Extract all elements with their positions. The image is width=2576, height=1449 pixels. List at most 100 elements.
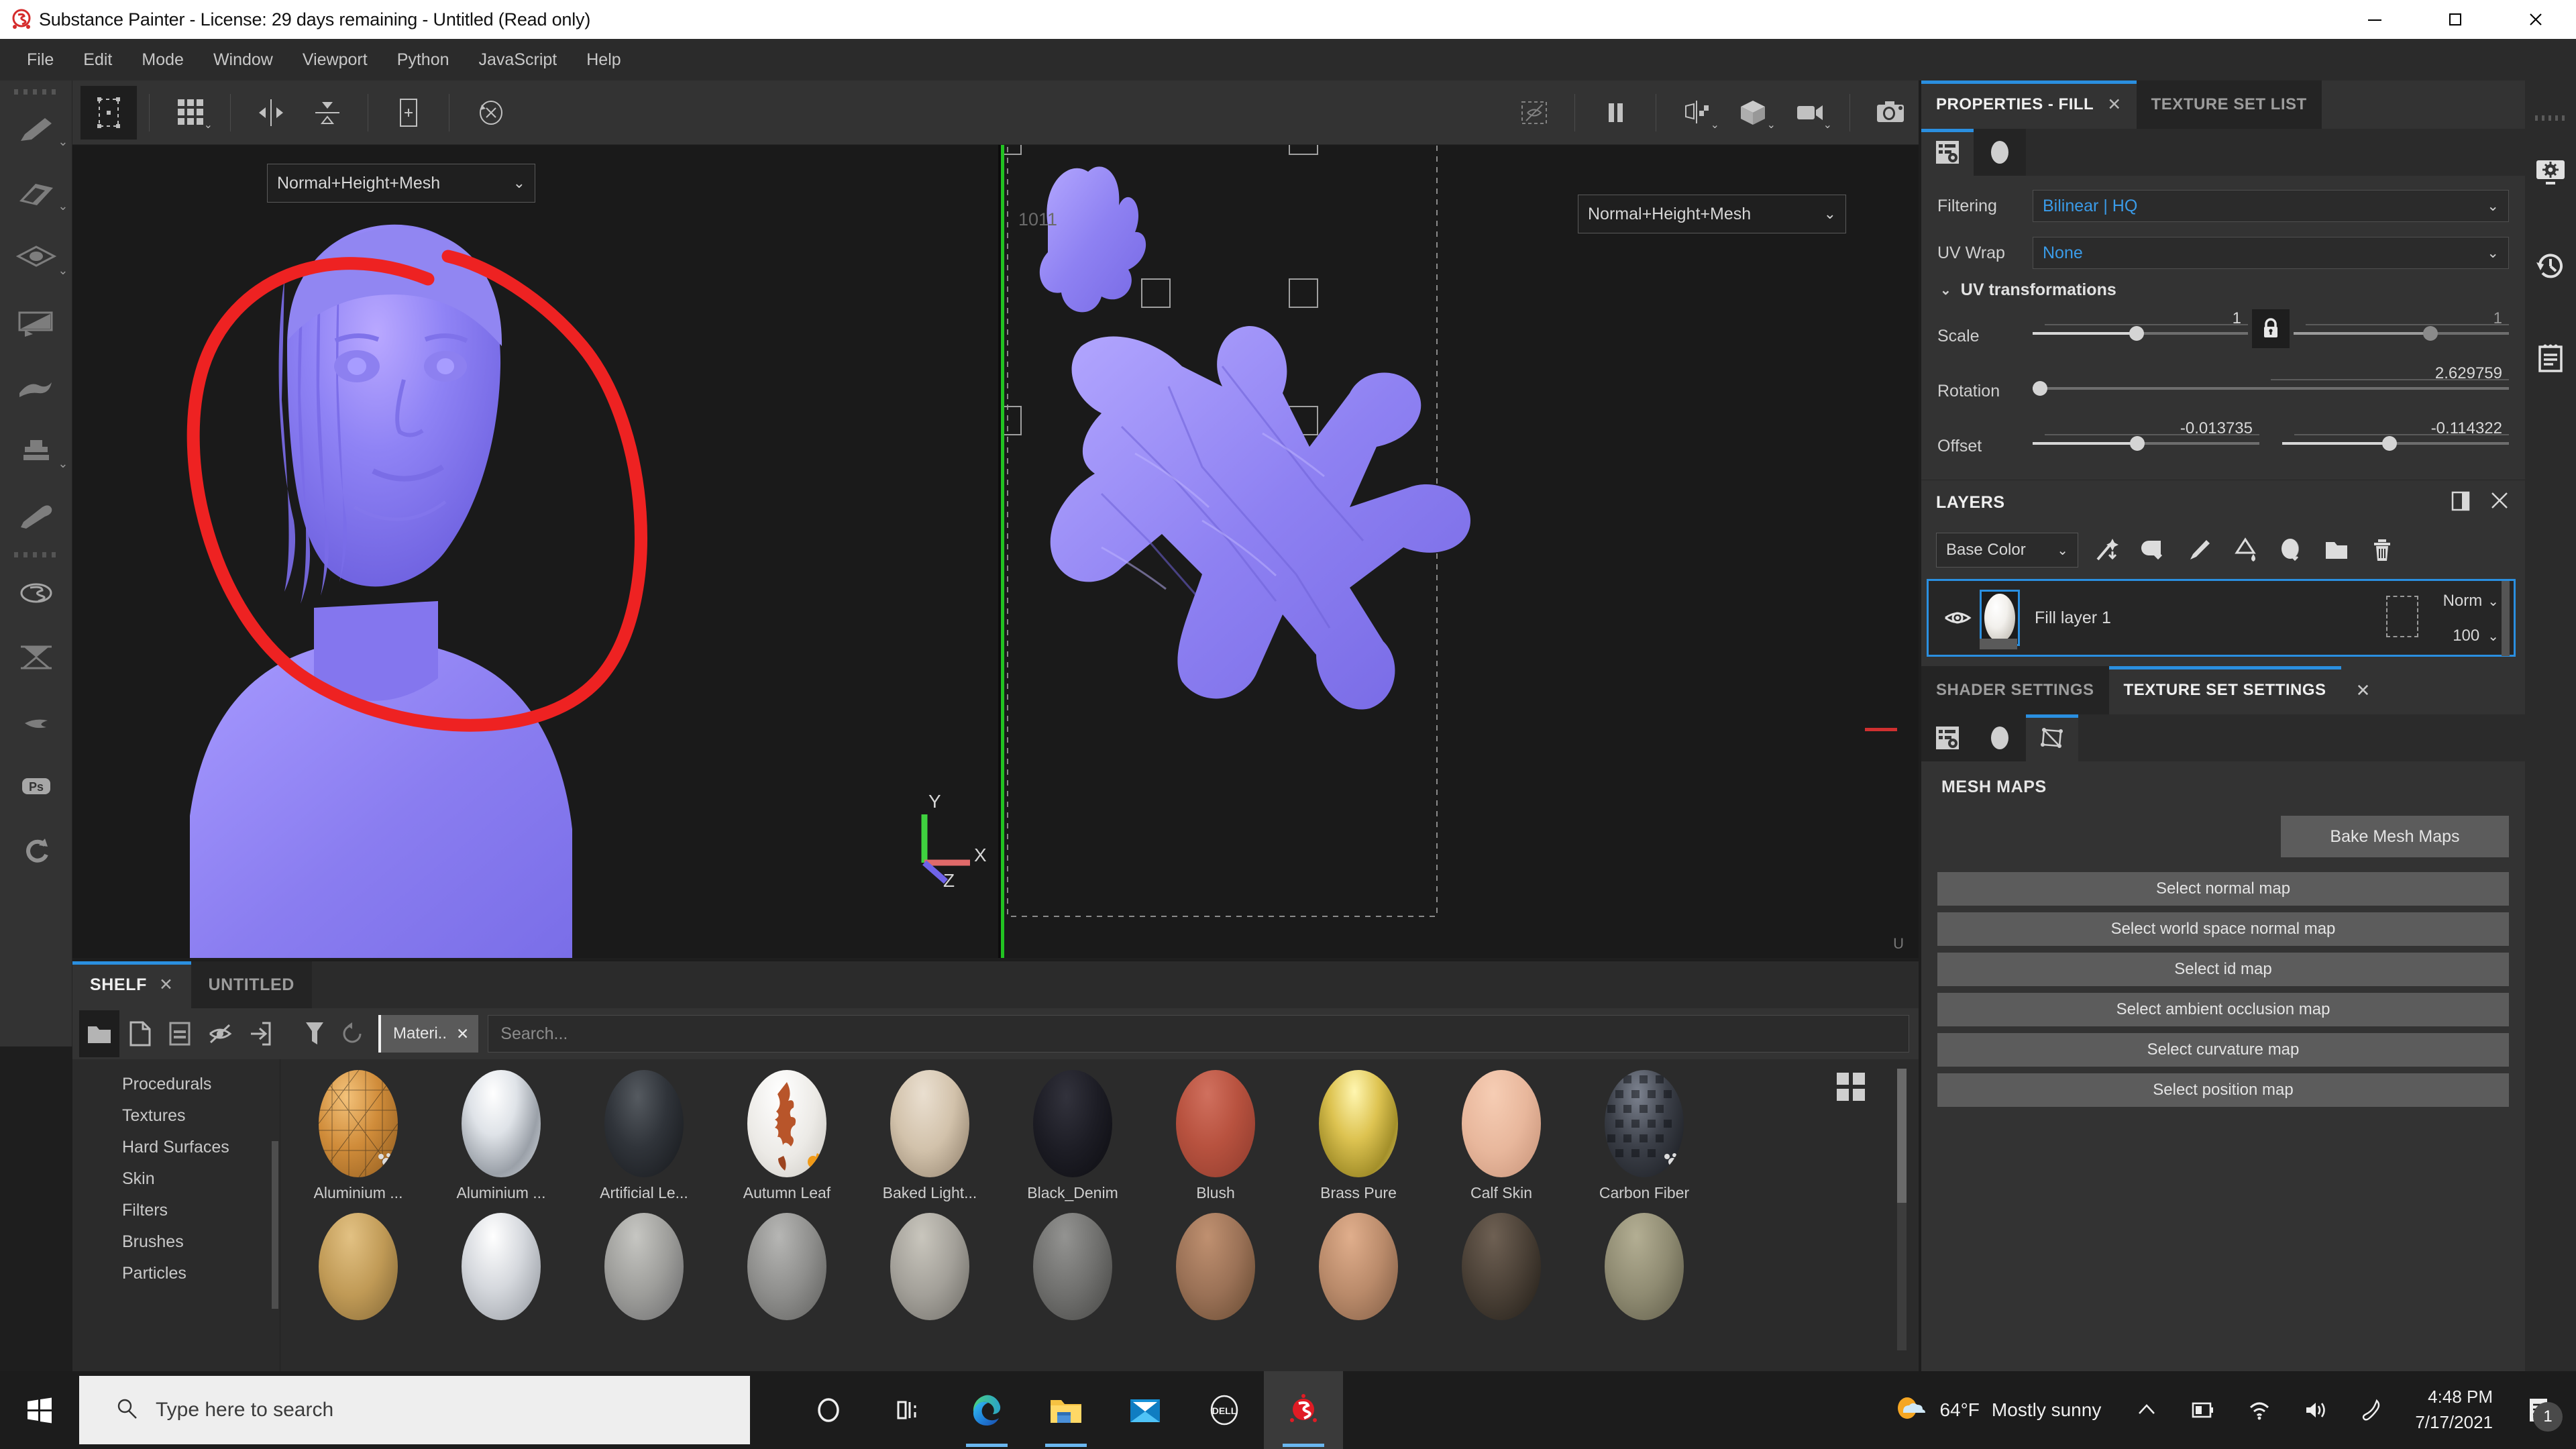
action-center-icon[interactable]: 1 xyxy=(2508,1371,2569,1449)
select-id-map-button[interactable]: Select id map xyxy=(1937,953,2509,986)
minimize-button[interactable] xyxy=(2334,0,2415,39)
layer-opacity[interactable]: 100 ⌄ xyxy=(2453,627,2499,645)
close-panel-icon[interactable] xyxy=(2490,491,2509,515)
add-fill-layer-icon[interactable] xyxy=(2139,535,2169,566)
material-item[interactable] xyxy=(1302,1213,1415,1320)
layer-name[interactable]: Fill layer 1 xyxy=(2035,608,2111,628)
uv-wrap-select[interactable]: None ⌄ xyxy=(2033,237,2509,269)
display-settings-icon[interactable] xyxy=(2532,154,2569,192)
menu-javascript[interactable]: JavaScript xyxy=(464,39,572,80)
select-curvature-map-button[interactable]: Select curvature map xyxy=(1937,1033,2509,1067)
material-item[interactable]: Blush xyxy=(1159,1070,1272,1202)
menu-help[interactable]: Help xyxy=(572,39,635,80)
menu-window[interactable]: Window xyxy=(199,39,288,80)
close-icon[interactable]: ✕ xyxy=(456,1025,469,1043)
layer-visibility-toggle[interactable] xyxy=(1939,608,1976,628)
notepad-icon[interactable] xyxy=(2532,339,2569,377)
material-item[interactable] xyxy=(731,1213,843,1320)
history-icon[interactable] xyxy=(2532,247,2569,284)
category-scrollbar[interactable] xyxy=(272,1141,278,1309)
viewport-uv[interactable]: 1011 U xyxy=(1001,145,1919,958)
tab-untitled[interactable]: UNTITLED xyxy=(191,961,312,1008)
material-item[interactable]: Calf Skin xyxy=(1445,1070,1558,1202)
task-view-icon[interactable] xyxy=(868,1371,947,1449)
close-button[interactable] xyxy=(2496,0,2576,39)
plane-center-tool-button[interactable] xyxy=(380,86,437,140)
material-properties-icon[interactable] xyxy=(1921,129,1974,176)
color-picker-tool[interactable] xyxy=(0,484,72,549)
material-item[interactable] xyxy=(1445,1213,1558,1320)
maximize-button[interactable] xyxy=(2415,0,2496,39)
substance-share-tool[interactable] xyxy=(0,690,72,754)
clone-stamp-tool[interactable]: ⌄ xyxy=(0,420,72,484)
windows-start-icon[interactable] xyxy=(0,1371,79,1449)
rotation-slider[interactable]: 2.629759 xyxy=(2033,364,2509,413)
offset-v-slider[interactable]: -0.114322 xyxy=(2282,419,2509,468)
show-hidden-icons-chevron[interactable] xyxy=(2118,1371,2175,1449)
add-paint-layer-icon[interactable] xyxy=(2184,535,2215,566)
projection-tool[interactable]: ⌄ xyxy=(0,227,72,291)
material-item[interactable] xyxy=(302,1213,415,1320)
viewport-3d-channel-select[interactable]: Normal+Height+Mesh ⌄ xyxy=(267,164,535,203)
split-view-button[interactable]: ⌄ xyxy=(1668,86,1725,140)
shelf-search-input[interactable]: Search... xyxy=(488,1015,1909,1053)
battery-icon[interactable] xyxy=(2175,1371,2231,1449)
menu-viewport[interactable]: Viewport xyxy=(288,39,382,80)
shelf-category-skin[interactable]: Skin xyxy=(72,1163,280,1195)
mask-properties-icon[interactable] xyxy=(1974,129,2026,176)
layers-scrollbar[interactable] xyxy=(2502,581,2510,656)
menu-file[interactable]: File xyxy=(12,39,68,80)
pause-engine-button[interactable] xyxy=(1587,86,1644,140)
material-item[interactable] xyxy=(445,1213,557,1320)
shelf-category-filters[interactable]: Filters xyxy=(72,1195,280,1226)
close-icon[interactable]: ✕ xyxy=(2356,680,2371,701)
shelf-category-particles[interactable]: Particles xyxy=(72,1258,280,1289)
hide-resource-icon[interactable] xyxy=(200,1010,240,1057)
material-item[interactable] xyxy=(1159,1213,1272,1320)
pen-icon[interactable] xyxy=(2344,1371,2400,1449)
eraser-tool[interactable]: ⌄ xyxy=(0,162,72,227)
layer-row[interactable]: Fill layer 1 Norm ⌄ 100 ⌄ xyxy=(1927,579,2516,657)
layer-mask-placeholder[interactable] xyxy=(2386,596,2418,637)
add-effect-icon[interactable] xyxy=(2093,535,2124,566)
shader-settings-icon[interactable] xyxy=(1921,714,1974,761)
scale-v-slider[interactable]: 1 xyxy=(2294,309,2509,358)
shelf-category-brushes[interactable]: Brushes xyxy=(72,1226,280,1258)
menu-mode[interactable]: Mode xyxy=(127,39,199,80)
reset-rotation-tool-button[interactable] xyxy=(462,86,518,140)
texture-settings-icon[interactable] xyxy=(1974,714,2026,761)
filter-icon[interactable] xyxy=(297,1020,333,1047)
mail-icon[interactable] xyxy=(1106,1371,1185,1449)
substance-source-tool[interactable] xyxy=(0,561,72,625)
layer-thumbnail[interactable] xyxy=(1980,590,2020,646)
file-explorer-icon[interactable] xyxy=(1026,1371,1106,1449)
delete-layer-icon[interactable] xyxy=(2367,535,2398,566)
material-item[interactable]: Carbon Fiber xyxy=(1588,1070,1701,1202)
material-item[interactable] xyxy=(1588,1213,1701,1320)
reset-filter-icon[interactable] xyxy=(333,1022,372,1046)
material-item[interactable]: Aluminium ... xyxy=(445,1070,557,1202)
import-resource-icon[interactable] xyxy=(240,1010,280,1057)
menu-python[interactable]: Python xyxy=(382,39,464,80)
tab-texture-set-list[interactable]: TEXTURE SET LIST xyxy=(2137,80,2322,129)
smudge-tool[interactable] xyxy=(0,356,72,420)
close-icon[interactable]: ✕ xyxy=(159,975,174,995)
add-folder-icon[interactable] xyxy=(2321,535,2352,566)
weather-widget[interactable]: 64°F Mostly sunny xyxy=(1875,1393,2118,1428)
tab-properties-fill[interactable]: PROPERTIES - FILL ✕ xyxy=(1921,80,2137,129)
hide-selection-button[interactable] xyxy=(1506,86,1562,140)
substance-painter-taskbar-icon[interactable] xyxy=(1264,1371,1343,1449)
material-item[interactable]: Black_Denim xyxy=(1016,1070,1129,1202)
close-icon[interactable]: ✕ xyxy=(2107,95,2121,115)
taskbar-search-input[interactable]: Type here to search xyxy=(79,1376,750,1444)
material-item[interactable]: Autumn Leaf xyxy=(731,1070,843,1202)
viewport-uv-channel-select[interactable]: Normal+Height+Mesh ⌄ xyxy=(1578,195,1846,233)
library-folder-icon[interactable] xyxy=(79,1010,119,1057)
uv-transformations-section[interactable]: ⌄ UV transformations xyxy=(1940,280,2509,300)
material-item[interactable]: Brass Pure xyxy=(1302,1070,1415,1202)
menu-edit[interactable]: Edit xyxy=(68,39,127,80)
material-item[interactable]: Aluminium ... xyxy=(302,1070,415,1202)
save-resource-icon[interactable] xyxy=(160,1010,200,1057)
tab-texture-set-settings[interactable]: TEXTURE SET SETTINGS xyxy=(2109,666,2341,714)
tab-shelf[interactable]: SHELF ✕ xyxy=(72,961,191,1008)
